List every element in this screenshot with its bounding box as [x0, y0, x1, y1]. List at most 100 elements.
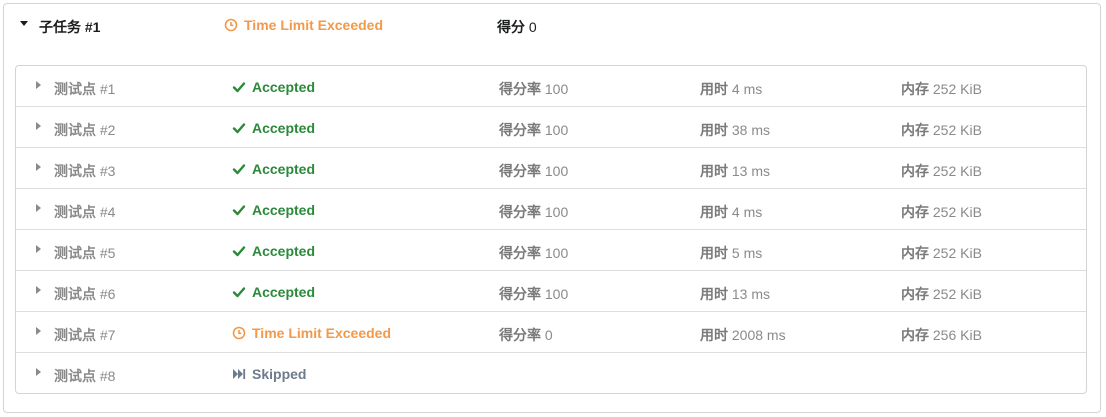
test-case-number: #2 [99, 122, 116, 138]
rate-value: 100 [544, 122, 569, 138]
caret-right-icon[interactable] [36, 245, 41, 253]
caret-right-icon[interactable] [36, 327, 41, 335]
test-case-result-text: Accepted [252, 120, 316, 136]
caret-down-icon[interactable] [20, 21, 28, 26]
test-case-result-text: Accepted [252, 202, 316, 218]
test-case-time: 用时 5 ms [700, 243, 762, 263]
test-case-label: 测试点 [54, 286, 96, 302]
time-label: 用时 [700, 327, 728, 343]
memory-label: 内存 [901, 245, 929, 261]
test-case-name: 测试点 #4 [54, 202, 115, 222]
test-case-time: 用时 4 ms [700, 79, 762, 99]
caret-right-icon[interactable] [36, 163, 41, 171]
test-case-result-text: Accepted [252, 284, 316, 300]
test-case-label: 测试点 [54, 368, 96, 384]
score-label: 得分 [497, 19, 525, 35]
test-case-rate: 得分率 100 [499, 202, 568, 222]
test-case-row[interactable]: 测试点 #6 Accepted 得分率 100 用时 13 ms 内存 252 KiB [16, 271, 1086, 312]
test-case-time: 用时 2008 ms [700, 325, 786, 345]
memory-label: 内存 [901, 204, 929, 220]
test-case-label: 测试点 [54, 163, 96, 179]
rate-value: 100 [544, 81, 569, 97]
test-case-name: 测试点 #5 [54, 243, 115, 263]
test-case-number: #7 [99, 327, 116, 343]
test-case-row[interactable]: 测试点 #2 Accepted 得分率 100 用时 38 ms 内存 252 KiB [16, 107, 1086, 148]
time-value: 5 ms [731, 245, 763, 261]
time-value: 38 ms [731, 122, 771, 138]
check-icon [232, 205, 246, 216]
test-case-result-text: Accepted [252, 243, 316, 259]
test-case-label: 测试点 [54, 204, 96, 220]
check-icon [232, 164, 246, 175]
memory-value: 252 KiB [932, 122, 982, 138]
test-case-name: 测试点 #6 [54, 284, 115, 304]
test-case-result-text: Skipped [252, 366, 307, 382]
check-icon [232, 82, 246, 93]
test-case-result: Accepted [232, 284, 315, 300]
test-case-name: 测试点 #8 [54, 366, 115, 386]
test-case-result-text: Accepted [252, 161, 316, 177]
test-case-time: 用时 38 ms [700, 120, 770, 140]
subtask-score: 得分 0 [497, 17, 537, 37]
test-case-name: 测试点 #7 [54, 325, 115, 345]
test-case-memory: 内存 252 KiB [901, 120, 982, 140]
test-case-result: Time Limit Exceeded [232, 325, 391, 341]
test-case-memory: 内存 256 KiB [901, 325, 982, 345]
clock-icon [224, 18, 238, 32]
subtask-status: Time Limit Exceeded [224, 17, 383, 33]
rate-value: 100 [544, 245, 569, 261]
test-case-memory: 内存 252 KiB [901, 202, 982, 222]
test-case-row[interactable]: 测试点 #8 Skipped [16, 353, 1086, 394]
caret-right-icon[interactable] [36, 286, 41, 294]
memory-value: 256 KiB [932, 327, 982, 343]
caret-right-icon[interactable] [36, 81, 41, 89]
rate-value: 100 [544, 163, 569, 179]
rate-value: 100 [544, 204, 569, 220]
caret-right-icon[interactable] [36, 204, 41, 212]
test-case-row[interactable]: 测试点 #5 Accepted 得分率 100 用时 5 ms 内存 252 KiB [16, 230, 1086, 271]
test-case-number: #4 [99, 204, 116, 220]
caret-right-icon[interactable] [36, 368, 41, 376]
subtask-header[interactable]: 子任务 #1 Time Limit Exceeded 得分 0 [4, 4, 1100, 48]
test-case-result-text: Accepted [252, 79, 316, 95]
rate-value: 0 [544, 327, 553, 343]
test-case-row[interactable]: 测试点 #7 Time Limit Exceeded 得分率 0 用时 2008 ms… [16, 312, 1086, 353]
test-case-rate: 得分率 100 [499, 79, 568, 99]
time-label: 用时 [700, 81, 728, 97]
test-case-name: 测试点 #1 [54, 79, 115, 99]
test-case-row[interactable]: 测试点 #4 Accepted 得分率 100 用时 4 ms 内存 252 KiB [16, 189, 1086, 230]
memory-label: 内存 [901, 81, 929, 97]
memory-label: 内存 [901, 122, 929, 138]
rate-label: 得分率 [499, 204, 541, 220]
rate-label: 得分率 [499, 163, 541, 179]
test-case-number: #5 [99, 245, 116, 261]
test-case-time: 用时 4 ms [700, 202, 762, 222]
test-case-number: #8 [99, 368, 116, 384]
test-case-memory: 内存 252 KiB [901, 79, 982, 99]
test-case-label: 测试点 [54, 81, 96, 97]
check-icon [232, 123, 246, 134]
memory-label: 内存 [901, 327, 929, 343]
test-case-label: 测试点 [54, 327, 96, 343]
check-icon [232, 287, 246, 298]
time-value: 2008 ms [731, 327, 786, 343]
time-value: 4 ms [731, 81, 763, 97]
time-label: 用时 [700, 245, 728, 261]
fast-forward-icon [233, 369, 246, 379]
memory-label: 内存 [901, 286, 929, 302]
test-case-row[interactable]: 测试点 #1 Accepted 得分率 100 用时 4 ms 内存 252 KiB [16, 66, 1086, 107]
test-case-number: #3 [99, 163, 116, 179]
test-case-number: #1 [99, 81, 116, 97]
rate-label: 得分率 [499, 81, 541, 97]
test-case-rate: 得分率 100 [499, 284, 568, 304]
rate-label: 得分率 [499, 122, 541, 138]
caret-right-icon[interactable] [36, 122, 41, 130]
test-case-row[interactable]: 测试点 #3 Accepted 得分率 100 用时 13 ms 内存 252 KiB [16, 148, 1086, 189]
memory-value: 252 KiB [932, 204, 982, 220]
test-case-number: #6 [99, 286, 116, 302]
test-case-rate: 得分率 100 [499, 243, 568, 263]
subtask-title: 子任务 #1 [39, 19, 101, 35]
test-case-name: 测试点 #3 [54, 161, 115, 181]
time-label: 用时 [700, 286, 728, 302]
memory-value: 252 KiB [932, 81, 982, 97]
